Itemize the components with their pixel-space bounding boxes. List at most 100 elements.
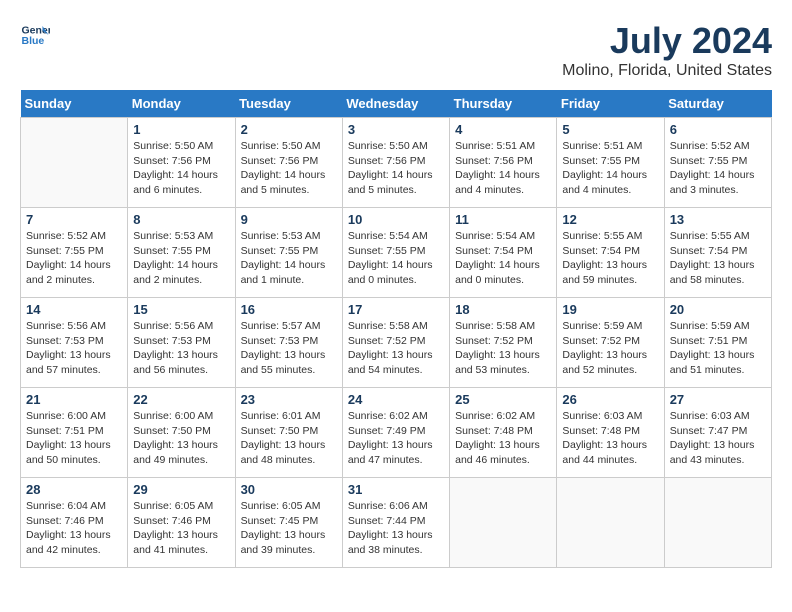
- day-number: 19: [562, 302, 658, 317]
- title-block: July 2024 Molino, Florida, United States: [562, 20, 772, 80]
- day-info: Sunrise: 5:50 AMSunset: 7:56 PMDaylight:…: [241, 139, 337, 198]
- day-number: 25: [455, 392, 551, 407]
- day-info: Sunrise: 5:54 AMSunset: 7:55 PMDaylight:…: [348, 229, 444, 288]
- day-info: Sunrise: 6:01 AMSunset: 7:50 PMDaylight:…: [241, 409, 337, 468]
- day-info: Sunrise: 5:58 AMSunset: 7:52 PMDaylight:…: [348, 319, 444, 378]
- day-number: 17: [348, 302, 444, 317]
- header-row: Sunday Monday Tuesday Wednesday Thursday…: [21, 90, 772, 118]
- day-number: 1: [133, 122, 229, 137]
- logo-icon: General Blue: [20, 20, 50, 50]
- col-thursday: Thursday: [450, 90, 557, 118]
- calendar-title: July 2024: [562, 20, 772, 62]
- day-number: 5: [562, 122, 658, 137]
- calendar-day-cell: 31 Sunrise: 6:06 AMSunset: 7:44 PMDayligh…: [342, 478, 449, 568]
- calendar-day-cell: 27Sunrise: 6:03 AMSunset: 7:47 PMDayligh…: [664, 388, 771, 478]
- day-number: 20: [670, 302, 766, 317]
- calendar-day-cell: 2Sunrise: 5:50 AMSunset: 7:56 PMDaylight…: [235, 118, 342, 208]
- day-number: 24: [348, 392, 444, 407]
- calendar-day-cell: 11Sunrise: 5:54 AMSunset: 7:54 PMDayligh…: [450, 208, 557, 298]
- calendar-day-cell: 25 Sunrise: 6:02 AMSunset: 7:48 PMDayligh…: [450, 388, 557, 478]
- day-number: 12: [562, 212, 658, 227]
- calendar-day-cell: 9 Sunrise: 5:53 AMSunset: 7:55 PMDaylight…: [235, 208, 342, 298]
- day-info: Sunrise: 6:00 AMSunset: 7:51 PMDaylight:…: [26, 409, 122, 468]
- day-info: Sunrise: 6:06 AMSunset: 7:44 PMDaylight:…: [348, 499, 444, 558]
- day-info: Sunrise: 5:59 AMSunset: 7:52 PMDaylight:…: [562, 319, 658, 378]
- calendar-week-row: 14 Sunrise: 5:56 AMSunset: 7:53 PMDayligh…: [21, 298, 772, 388]
- calendar-header: Sunday Monday Tuesday Wednesday Thursday…: [21, 90, 772, 118]
- day-info: Sunrise: 6:02 AMSunset: 7:48 PMDaylight:…: [455, 409, 551, 468]
- day-info: Sunrise: 6:05 AMSunset: 7:45 PMDaylight:…: [241, 499, 337, 558]
- col-tuesday: Tuesday: [235, 90, 342, 118]
- calendar-day-cell: [21, 118, 128, 208]
- logo: General Blue: [20, 20, 50, 50]
- day-number: 26: [562, 392, 658, 407]
- col-saturday: Saturday: [664, 90, 771, 118]
- calendar-day-cell: 13 Sunrise: 5:55 AMSunset: 7:54 PMDayligh…: [664, 208, 771, 298]
- calendar-week-row: 7Sunrise: 5:52 AMSunset: 7:55 PMDaylight…: [21, 208, 772, 298]
- day-number: 9: [241, 212, 337, 227]
- col-friday: Friday: [557, 90, 664, 118]
- day-info: Sunrise: 6:04 AMSunset: 7:46 PMDaylight:…: [26, 499, 122, 558]
- calendar-day-cell: 14 Sunrise: 5:56 AMSunset: 7:53 PMDayligh…: [21, 298, 128, 388]
- day-info: Sunrise: 6:05 AMSunset: 7:46 PMDaylight:…: [133, 499, 229, 558]
- day-number: 7: [26, 212, 122, 227]
- calendar-day-cell: 3 Sunrise: 5:50 AMSunset: 7:56 PMDaylight…: [342, 118, 449, 208]
- day-number: 21: [26, 392, 122, 407]
- day-info: Sunrise: 5:55 AMSunset: 7:54 PMDaylight:…: [562, 229, 658, 288]
- calendar-day-cell: [450, 478, 557, 568]
- calendar-day-cell: 6Sunrise: 5:52 AMSunset: 7:55 PMDaylight…: [664, 118, 771, 208]
- day-info: Sunrise: 5:55 AMSunset: 7:54 PMDaylight:…: [670, 229, 766, 288]
- calendar-week-row: 1 Sunrise: 5:50 AMSunset: 7:56 PMDaylight…: [21, 118, 772, 208]
- day-number: 15: [133, 302, 229, 317]
- day-info: Sunrise: 5:56 AMSunset: 7:53 PMDaylight:…: [26, 319, 122, 378]
- day-number: 30: [241, 482, 337, 497]
- day-info: Sunrise: 5:53 AMSunset: 7:55 PMDaylight:…: [133, 229, 229, 288]
- calendar-day-cell: 30 Sunrise: 6:05 AMSunset: 7:45 PMDayligh…: [235, 478, 342, 568]
- calendar-day-cell: 16Sunrise: 5:57 AMSunset: 7:53 PMDayligh…: [235, 298, 342, 388]
- day-info: Sunrise: 5:50 AMSunset: 7:56 PMDaylight:…: [348, 139, 444, 198]
- day-info: Sunrise: 6:00 AMSunset: 7:50 PMDaylight:…: [133, 409, 229, 468]
- calendar-day-cell: 17 Sunrise: 5:58 AMSunset: 7:52 PMDayligh…: [342, 298, 449, 388]
- day-number: 18: [455, 302, 551, 317]
- day-number: 3: [348, 122, 444, 137]
- day-info: Sunrise: 5:52 AMSunset: 7:55 PMDaylight:…: [670, 139, 766, 198]
- day-number: 27: [670, 392, 766, 407]
- svg-text:Blue: Blue: [22, 35, 45, 47]
- calendar-body: 1 Sunrise: 5:50 AMSunset: 7:56 PMDaylight…: [21, 118, 772, 568]
- calendar-day-cell: 24 Sunrise: 6:02 AMSunset: 7:49 PMDayligh…: [342, 388, 449, 478]
- calendar-day-cell: 15Sunrise: 5:56 AMSunset: 7:53 PMDayligh…: [128, 298, 235, 388]
- day-number: 8: [133, 212, 229, 227]
- calendar-day-cell: 26 Sunrise: 6:03 AMSunset: 7:48 PMDayligh…: [557, 388, 664, 478]
- calendar-day-cell: 29 Sunrise: 6:05 AMSunset: 7:46 PMDayligh…: [128, 478, 235, 568]
- calendar-day-cell: 20 Sunrise: 5:59 AMSunset: 7:51 PMDayligh…: [664, 298, 771, 388]
- day-number: 4: [455, 122, 551, 137]
- day-number: 14: [26, 302, 122, 317]
- day-info: Sunrise: 5:53 AMSunset: 7:55 PMDaylight:…: [241, 229, 337, 288]
- calendar-day-cell: 21 Sunrise: 6:00 AMSunset: 7:51 PMDayligh…: [21, 388, 128, 478]
- calendar-week-row: 21 Sunrise: 6:00 AMSunset: 7:51 PMDayligh…: [21, 388, 772, 478]
- calendar-day-cell: 4 Sunrise: 5:51 AMSunset: 7:56 PMDaylight…: [450, 118, 557, 208]
- calendar-day-cell: 8 Sunrise: 5:53 AMSunset: 7:55 PMDaylight…: [128, 208, 235, 298]
- col-wednesday: Wednesday: [342, 90, 449, 118]
- day-info: Sunrise: 6:02 AMSunset: 7:49 PMDaylight:…: [348, 409, 444, 468]
- day-info: Sunrise: 5:58 AMSunset: 7:52 PMDaylight:…: [455, 319, 551, 378]
- day-info: Sunrise: 6:03 AMSunset: 7:48 PMDaylight:…: [562, 409, 658, 468]
- day-info: Sunrise: 5:59 AMSunset: 7:51 PMDaylight:…: [670, 319, 766, 378]
- calendar-day-cell: 23 Sunrise: 6:01 AMSunset: 7:50 PMDayligh…: [235, 388, 342, 478]
- calendar-day-cell: [557, 478, 664, 568]
- calendar-day-cell: 7Sunrise: 5:52 AMSunset: 7:55 PMDaylight…: [21, 208, 128, 298]
- calendar-day-cell: 1Sunrise: 5:50 AMSunset: 7:56 PMDaylight…: [128, 118, 235, 208]
- day-info: Sunrise: 5:51 AMSunset: 7:56 PMDaylight:…: [455, 139, 551, 198]
- calendar-day-cell: 5 Sunrise: 5:51 AMSunset: 7:55 PMDaylight…: [557, 118, 664, 208]
- day-info: Sunrise: 5:57 AMSunset: 7:53 PMDaylight:…: [241, 319, 337, 378]
- day-number: 13: [670, 212, 766, 227]
- col-sunday: Sunday: [21, 90, 128, 118]
- day-number: 23: [241, 392, 337, 407]
- day-info: Sunrise: 5:51 AMSunset: 7:55 PMDaylight:…: [562, 139, 658, 198]
- day-number: 29: [133, 482, 229, 497]
- day-info: Sunrise: 5:54 AMSunset: 7:54 PMDaylight:…: [455, 229, 551, 288]
- day-number: 31: [348, 482, 444, 497]
- calendar-day-cell: 10Sunrise: 5:54 AMSunset: 7:55 PMDayligh…: [342, 208, 449, 298]
- col-monday: Monday: [128, 90, 235, 118]
- calendar-day-cell: 22Sunrise: 6:00 AMSunset: 7:50 PMDayligh…: [128, 388, 235, 478]
